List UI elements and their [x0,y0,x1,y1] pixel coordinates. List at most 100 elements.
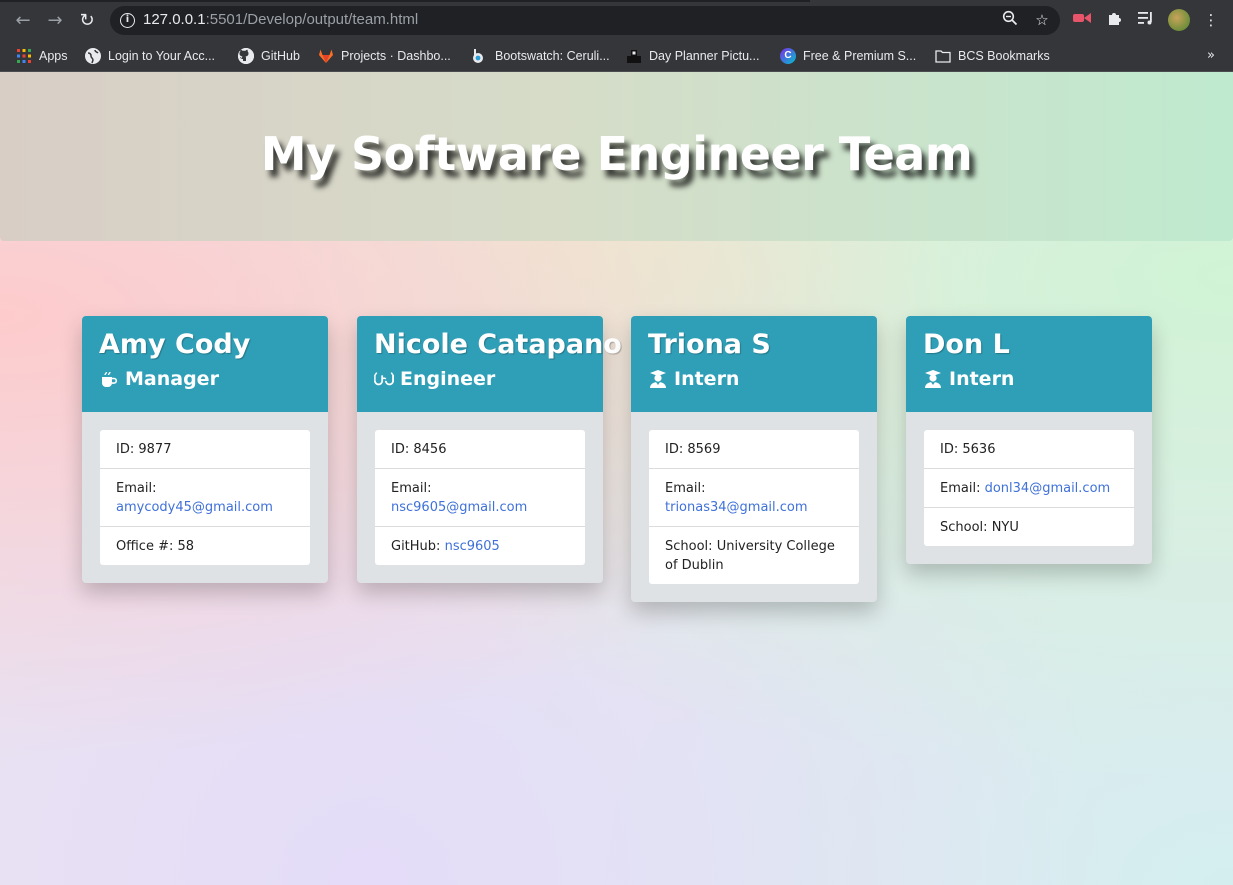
bookmark-star-icon[interactable]: ☆ [1032,10,1052,30]
zoom-icon[interactable] [1000,10,1020,30]
profile-avatar-icon[interactable] [1168,9,1190,31]
url-path: :5501/Develop/output/team.html [205,11,419,28]
bootswatch-icon [472,48,488,64]
id-value: 9877 [138,442,172,457]
email-label: Email: [391,481,432,496]
bookmark-label: Bootswatch: Ceruli... [495,49,610,63]
bookmarks-bar: Apps Login to Your Acc... GitHub Project… [0,40,1233,72]
page-content: My Software Engineer Team Amy Cody Manag… [0,72,1233,885]
employee-card-manager: Amy Cody Manager ID: 9877 Email: amycody4… [82,316,328,583]
graduate-icon [648,369,668,389]
canva-icon: C [780,48,796,64]
employee-details-list: ID: 8456 Email: nsc9605@gmail.com GitHub… [375,430,585,565]
bookmark-github[interactable]: GitHub [238,45,300,67]
office-value: 58 [177,539,195,554]
bookmark-login[interactable]: Login to Your Acc... [85,45,215,67]
url-host: 127.0.0.1 [143,11,206,28]
employee-name: Triona S [648,329,771,360]
card-header: Don L Intern [906,316,1152,412]
list-item-school: School: NYU [924,508,1134,546]
id-value: 8456 [413,442,447,457]
site-info-icon[interactable]: i [120,13,135,28]
id-value: 8569 [687,442,721,457]
email-label: Email: [665,481,706,496]
url-text[interactable]: 127.0.0.1:5501/Develop/output/team.html [143,11,418,28]
media-queue-icon[interactable] [1136,10,1156,30]
bookmark-day-planner[interactable]: Day Planner Pictu... [626,45,759,67]
card-header: Nicole Catapano Engineer [357,316,622,412]
id-label: ID: [940,442,959,457]
employee-role: Engineer [374,366,586,392]
card-header: Amy Cody Manager [82,316,328,412]
school-value: NYU [991,520,1019,535]
employee-role: Intern [923,366,1135,392]
more-bookmarks-chevron-icon[interactable]: » [1207,48,1215,63]
card-header: Triona S Intern [631,316,877,412]
id-label: ID: [665,442,684,457]
school-label: School: [665,539,713,554]
gitlab-icon [318,48,334,64]
email-link[interactable]: nsc9605@gmail.com [391,500,527,515]
folder-icon [935,48,951,64]
bookmark-projects[interactable]: Projects · Dashbo... [318,45,451,67]
browser-toolbar: ← → ↻ i 127.0.0.1:5501/Develop/output/te… [0,0,1233,40]
menu-kebab-icon[interactable]: ⋮ [1201,10,1221,30]
bookmark-label: GitHub [261,49,300,63]
bookmark-label: Free & Premium S... [803,49,917,63]
bookmark-label: BCS Bookmarks [958,49,1050,63]
globe-icon [85,48,101,64]
email-label: Email: [116,481,157,496]
github-label: GitHub: [391,539,441,554]
list-item-id: ID: 5636 [924,430,1134,469]
back-arrow-icon[interactable]: ← [10,7,36,33]
bookmark-free-premium[interactable]: C Free & Premium S... [780,45,916,67]
school-label: School: [940,520,988,535]
bookmark-label: Login to Your Acc... [108,49,216,63]
extension-record-icon[interactable] [1072,10,1092,30]
email-link[interactable]: amycody45@gmail.com [116,500,273,515]
id-label: ID: [116,442,135,457]
github-icon [238,48,254,64]
employee-name: Nicole Catapano [374,329,622,360]
bookmark-label: Apps [39,49,68,63]
page-title: My Software Engineer Team [260,127,973,181]
employee-card-intern: Don L Intern ID: 5636 Email: donl34@gmai… [906,316,1152,564]
tab-strip [0,0,810,2]
office-label: Office #: [116,539,174,554]
id-value: 5636 [962,442,996,457]
email-label: Email: [940,481,981,496]
role-label: Manager [125,368,219,390]
bookmark-bootswatch[interactable]: Bootswatch: Ceruli... [472,45,610,67]
apps-grid-icon [16,48,32,64]
list-item-id: ID: 8456 [375,430,585,469]
email-link[interactable]: donl34@gmail.com [985,481,1111,496]
list-item-github: GitHub: nsc9605 [375,527,585,565]
extensions-puzzle-icon[interactable] [1105,10,1125,30]
employee-role: Intern [648,366,860,392]
list-item-id: ID: 9877 [100,430,310,469]
role-label: Engineer [400,368,496,390]
employee-name: Amy Cody [99,329,251,360]
bookmark-label: Day Planner Pictu... [649,49,760,63]
address-bar[interactable]: i 127.0.0.1:5501/Develop/output/team.htm… [110,6,1060,35]
forward-arrow-icon[interactable]: → [42,7,68,33]
list-item-school: School: University College of Dublin [649,527,859,584]
email-link[interactable]: trionas34@gmail.com [665,500,808,515]
bookmark-apps[interactable]: Apps [16,45,68,67]
employee-details-list: ID: 9877 Email: amycody45@gmail.com Offic… [100,430,310,565]
graduate-icon [923,369,943,389]
reload-icon[interactable]: ↻ [74,7,100,33]
bookmark-label: Projects · Dashbo... [341,49,451,63]
employee-card-engineer: Nicole Catapano Engineer ID: 8456 Email:… [357,316,622,583]
employee-details-list: ID: 5636 Email: donl34@gmail.com School:… [924,430,1134,546]
list-item-email: Email: amycody45@gmail.com [100,469,310,527]
list-item-id: ID: 8569 [649,430,859,469]
github-link[interactable]: nsc9605 [445,539,500,554]
employee-role: Manager [99,366,311,392]
id-label: ID: [391,442,410,457]
bookmark-bcs-folder[interactable]: BCS Bookmarks [935,45,1050,67]
role-label: Intern [674,368,740,390]
list-item-email: Email: nsc9605@gmail.com [375,469,585,527]
employee-name: Don L [923,329,1010,360]
list-item-email: Email: trionas34@gmail.com [649,469,859,527]
